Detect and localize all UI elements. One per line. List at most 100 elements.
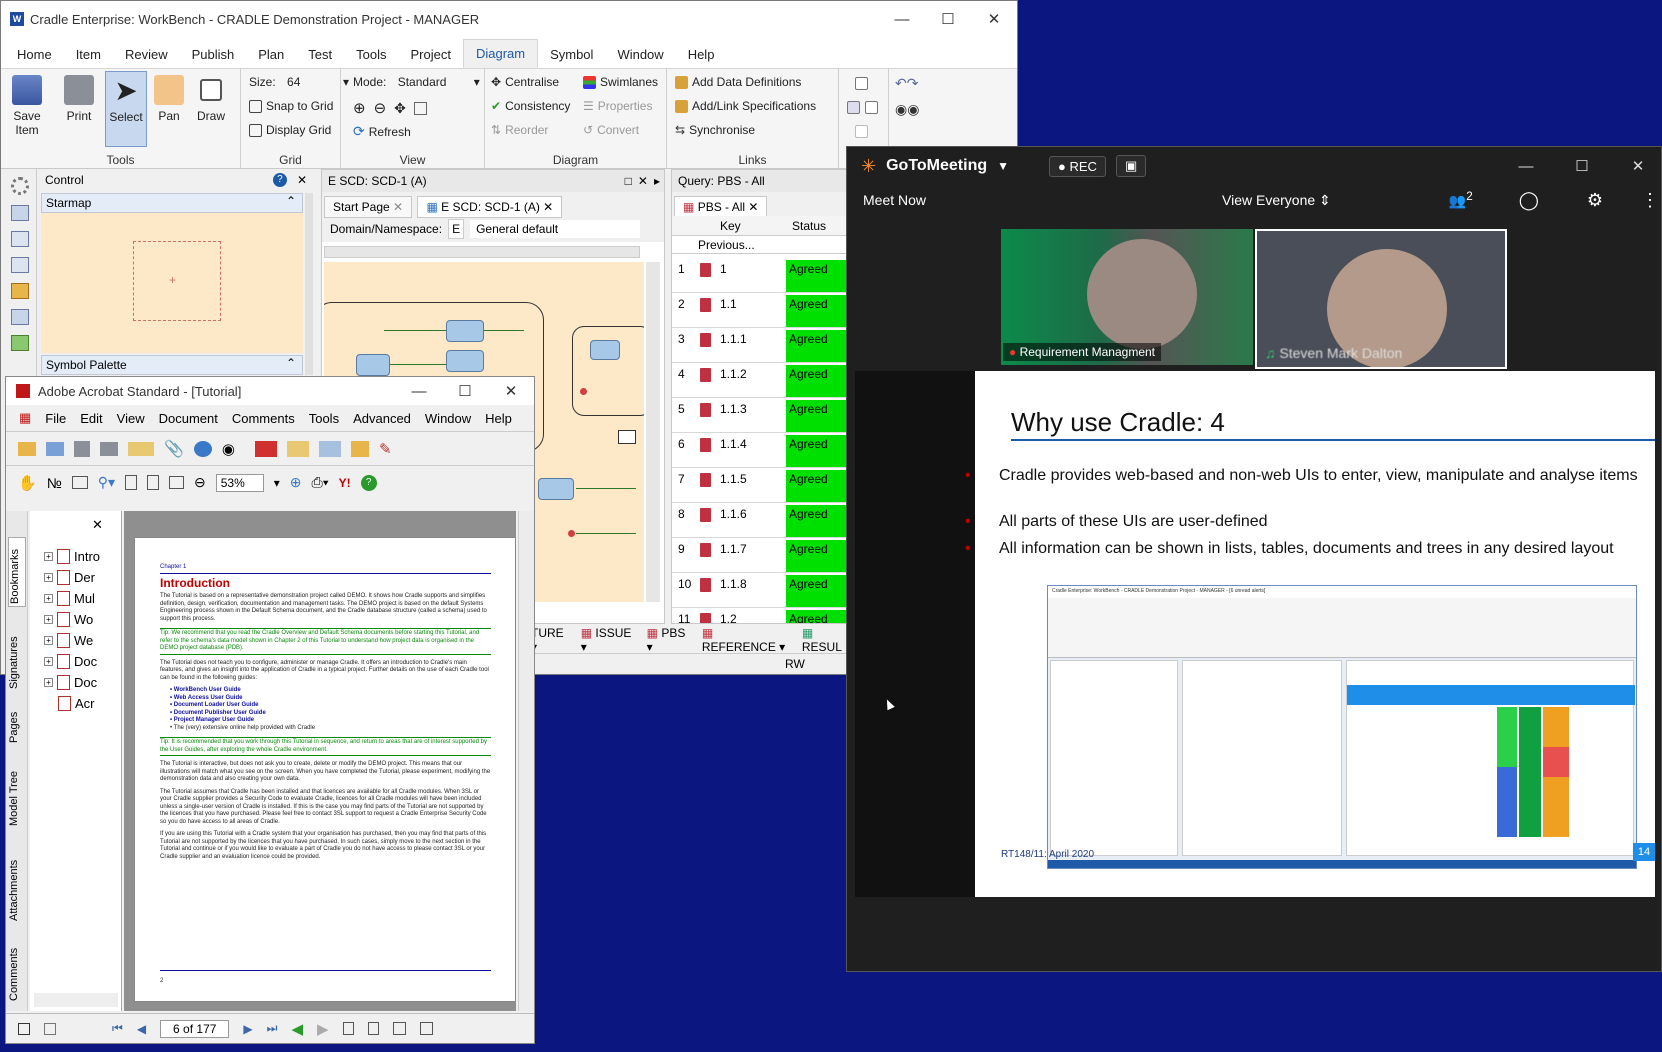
- participants-button[interactable]: 👥2: [1449, 190, 1473, 210]
- tab-pages[interactable]: Pages: [8, 703, 26, 743]
- minimize-button[interactable]: —: [396, 383, 442, 400]
- tab-result[interactable]: ▦ RESUL: [802, 626, 851, 654]
- convert-button[interactable]: ↺ Convert: [583, 123, 639, 137]
- view-everyone-select[interactable]: View Everyone ⇕: [1222, 192, 1331, 209]
- hand-tool-icon[interactable]: ✋: [18, 474, 37, 492]
- close-icon[interactable]: ✕: [543, 200, 553, 214]
- dropdown-icon[interactable]: ▾: [274, 476, 280, 490]
- guide-link[interactable]: • Document Publisher User Guide: [170, 710, 491, 718]
- continuous-icon[interactable]: [367, 1022, 379, 1035]
- expand-icon[interactable]: +: [44, 552, 53, 561]
- tab-window[interactable]: Window: [605, 41, 675, 68]
- guide-link[interactable]: • Document Loader User Guide: [170, 702, 491, 710]
- tab-pbs[interactable]: ▦ PBS ▾: [647, 626, 690, 654]
- settings-gear-icon[interactable]: ⚙: [1587, 190, 1603, 211]
- list-icon[interactable]: [865, 101, 878, 114]
- table-row[interactable]: 3 1.1.1 Agreed: [672, 328, 850, 363]
- single-page-icon[interactable]: [342, 1022, 354, 1035]
- help-icon[interactable]: ?: [272, 173, 287, 187]
- domain-e-field[interactable]: E: [448, 219, 465, 239]
- actual-size-icon[interactable]: [125, 475, 137, 490]
- menu-window[interactable]: Window: [418, 411, 478, 426]
- guide-link[interactable]: • WorkBench User Guide: [170, 687, 491, 695]
- menu-comments[interactable]: Comments: [225, 411, 302, 426]
- undo-icon[interactable]: ↶↷: [895, 75, 918, 92]
- decision-node[interactable]: [618, 430, 636, 444]
- last-page-icon[interactable]: ⏭: [267, 1021, 278, 1036]
- tab-pbs-all[interactable]: ▦ PBS - All ✕: [674, 196, 768, 218]
- bookmark-item[interactable]: + Doc: [44, 654, 97, 669]
- tab-attachments[interactable]: Attachments: [8, 841, 26, 921]
- select-button[interactable]: ➤ Select: [105, 71, 147, 147]
- yahoo-icon[interactable]: Y!: [339, 476, 351, 490]
- maximize-button[interactable]: ☐: [1559, 157, 1605, 175]
- select-text-icon[interactable]: №: [47, 475, 62, 491]
- collapse-icon[interactable]: ⌃: [286, 194, 296, 208]
- display-grid-button[interactable]: Display Grid: [249, 123, 331, 137]
- tab-tools[interactable]: Tools: [344, 41, 398, 68]
- tab-symbol[interactable]: Symbol: [538, 41, 605, 68]
- close-button[interactable]: ✕: [1615, 157, 1661, 175]
- chat-icon[interactable]: ◯: [1519, 190, 1539, 211]
- bookmark-item[interactable]: + Doc: [44, 675, 97, 690]
- print-icon[interactable]: [100, 441, 118, 456]
- fit-page-icon[interactable]: [147, 475, 159, 490]
- table-row[interactable]: 10 1.1.8 Agreed: [672, 573, 850, 608]
- menu-file[interactable]: File: [38, 411, 73, 426]
- state-node[interactable]: [538, 478, 574, 500]
- guide-link[interactable]: • Web Access User Guide: [170, 695, 491, 703]
- page-view-icon[interactable]: [413, 101, 427, 115]
- checklist-icon[interactable]: [11, 335, 29, 351]
- page-number-field[interactable]: 6 of 177: [160, 1019, 230, 1038]
- expand-icon[interactable]: +: [44, 678, 53, 687]
- tab-signatures[interactable]: Signatures: [8, 619, 26, 689]
- facing-icon[interactable]: [392, 1022, 406, 1035]
- tree-icon[interactable]: [847, 101, 860, 114]
- reorder-button[interactable]: ⇅ Reorder: [491, 123, 548, 137]
- refresh-button[interactable]: ⟳ Refresh: [353, 123, 411, 140]
- tab-scd[interactable]: ▦ E SCD: SCD-1 (A) ✕: [417, 196, 563, 218]
- vertical-scrollbar[interactable]: [305, 193, 313, 375]
- bookmark-item[interactable]: + Mul: [44, 591, 95, 606]
- close-icon[interactable]: ✕: [638, 174, 648, 188]
- table-row[interactable]: 4 1.1.2 Agreed: [672, 363, 850, 398]
- table-row[interactable]: 7 1.1.5 Agreed: [672, 468, 850, 503]
- starmap-header[interactable]: Starmap ⌃: [41, 193, 303, 213]
- document-icon[interactable]: [855, 77, 868, 90]
- tab-start-page[interactable]: Start Page ✕: [324, 196, 413, 218]
- tasks-icon[interactable]: [128, 441, 154, 456]
- tab-issue[interactable]: ▦ ISSUE ▾: [581, 626, 635, 654]
- print-button[interactable]: Print: [59, 75, 99, 123]
- tab-reference[interactable]: ▦ REFERENCE ▾: [702, 626, 790, 654]
- vertical-scrollbar[interactable]: [646, 262, 660, 602]
- table-row[interactable]: 5 1.1.3 Agreed: [672, 398, 850, 433]
- synchronise-button[interactable]: ⇆ Synchronise: [675, 123, 755, 137]
- centralise-button[interactable]: ✥ Centralise: [491, 75, 559, 89]
- tab-model-tree[interactable]: Model Tree: [8, 756, 26, 826]
- video-tile-1[interactable]: ● Requirement Managment: [1001, 229, 1253, 365]
- zoom-field[interactable]: 53%: [215, 473, 264, 492]
- menu-tools[interactable]: Tools: [302, 411, 346, 426]
- state-node[interactable]: [356, 354, 390, 376]
- vertical-scrollbar[interactable]: [518, 511, 534, 1011]
- grid-size-select[interactable]: Size: 64 ▾: [249, 75, 349, 89]
- forms-icon[interactable]: [319, 440, 342, 457]
- maximize-button[interactable]: ☐: [925, 10, 971, 28]
- menu-help[interactable]: Help: [478, 411, 519, 426]
- sign-icon[interactable]: ✎: [379, 440, 392, 458]
- tree-view-icon[interactable]: [11, 205, 29, 221]
- maximize-button[interactable]: ☐: [442, 382, 488, 400]
- tab-item[interactable]: Item: [64, 41, 113, 68]
- draw-button[interactable]: Draw: [191, 75, 231, 123]
- folder-icon[interactable]: [11, 283, 29, 299]
- collapse-icon[interactable]: ⌃: [286, 356, 296, 370]
- page-layout-icon[interactable]: [18, 1022, 30, 1035]
- tab-publish[interactable]: Publish: [180, 41, 247, 68]
- state-node[interactable]: [590, 340, 620, 360]
- lock-icon[interactable]: ▣: [1115, 155, 1147, 177]
- close-icon[interactable]: ✕: [297, 173, 307, 187]
- zoom-out-icon[interactable]: ⊖: [374, 99, 387, 117]
- table-view-icon[interactable]: [11, 231, 29, 247]
- table-row[interactable]: 2 1.1 Agreed: [672, 293, 850, 328]
- tab-plan[interactable]: Plan: [246, 41, 296, 68]
